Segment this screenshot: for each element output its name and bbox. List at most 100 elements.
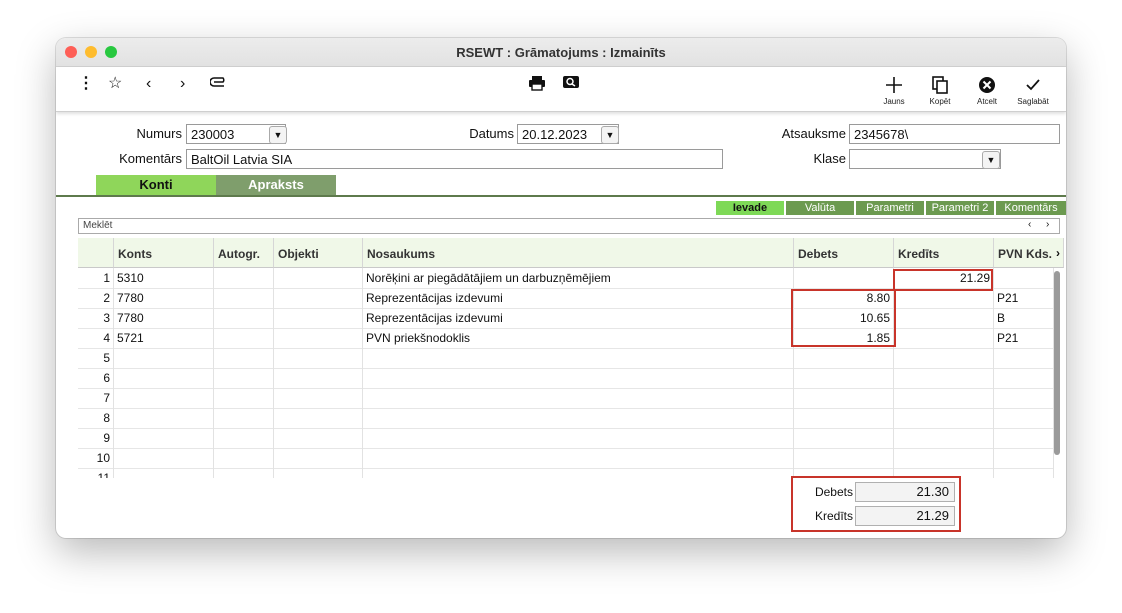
kredits-cell[interactable]	[894, 368, 994, 388]
tab-konti[interactable]: Konti	[96, 175, 216, 195]
debets-cell[interactable]	[794, 268, 894, 288]
nosaukums-cell[interactable]	[363, 408, 794, 428]
debets-cell[interactable]	[794, 428, 894, 448]
objekti-cell[interactable]	[274, 448, 363, 468]
konts-cell[interactable]: 7780	[114, 308, 214, 328]
subtab-komentars[interactable]: Komentārs	[996, 201, 1066, 215]
objekti-cell[interactable]	[274, 388, 363, 408]
konts-cell[interactable]: 5721	[114, 328, 214, 348]
table-header-objekti[interactable]: Objekti	[274, 238, 363, 268]
nosaukums-cell[interactable]	[363, 468, 794, 478]
kredits-cell[interactable]	[894, 408, 994, 428]
preview-search-icon[interactable]	[562, 75, 580, 94]
konts-cell[interactable]: 7780	[114, 288, 214, 308]
debets-cell[interactable]	[794, 368, 894, 388]
autogr-cell[interactable]	[214, 368, 274, 388]
table-row[interactable]: 8	[78, 408, 1054, 429]
klase-field[interactable]	[849, 149, 1001, 169]
pvn-cell[interactable]	[994, 348, 1054, 368]
konts-cell[interactable]	[114, 468, 214, 478]
favorite-star-icon[interactable]: ☆	[108, 75, 122, 93]
debets-cell[interactable]	[794, 408, 894, 428]
table-row[interactable]: 4 5721 PVN priekšnodoklis 1.85 P21	[78, 328, 1054, 349]
numurs-dropdown-chevron-icon[interactable]: ▼	[269, 126, 287, 144]
table-row[interactable]: 5	[78, 348, 1054, 369]
table-row[interactable]: 6	[78, 368, 1054, 389]
autogr-cell[interactable]	[214, 448, 274, 468]
subtab-parametri[interactable]: Parametri	[856, 201, 924, 215]
konts-cell[interactable]	[114, 388, 214, 408]
subtab-parametri-2[interactable]: Parametri 2	[926, 201, 994, 215]
kredits-cell[interactable]	[894, 348, 994, 368]
pvn-cell[interactable]: B	[994, 308, 1054, 328]
pvn-cell[interactable]: P21	[994, 328, 1054, 348]
table-header-kredits[interactable]: Kredīts	[894, 238, 994, 268]
more-menu-icon[interactable]: ⋮	[78, 75, 94, 93]
table-header-nosaukums[interactable]: Nosaukums	[363, 238, 794, 268]
search-input[interactable]: Meklēt	[78, 218, 1060, 234]
objekti-cell[interactable]	[274, 408, 363, 428]
debets-cell[interactable]	[794, 348, 894, 368]
objekti-cell[interactable]	[274, 428, 363, 448]
autogr-cell[interactable]	[214, 328, 274, 348]
table-header-autogr[interactable]: Autogr.	[214, 238, 274, 268]
search-next-chevron-icon[interactable]: ›	[1046, 219, 1049, 230]
pvn-cell[interactable]	[994, 448, 1054, 468]
autogr-cell[interactable]	[214, 308, 274, 328]
table-row[interactable]: 2 7780 Reprezentācijas izdevumi 8.80 P21	[78, 288, 1054, 309]
konts-cell[interactable]	[114, 448, 214, 468]
konts-cell[interactable]: 5310	[114, 268, 214, 288]
datums-dropdown-chevron-icon[interactable]: ▼	[601, 126, 619, 144]
objekti-cell[interactable]	[274, 268, 363, 288]
debets-cell[interactable]	[794, 448, 894, 468]
back-chevron-icon[interactable]: ‹	[146, 75, 151, 93]
objekti-cell[interactable]	[274, 288, 363, 308]
nosaukums-cell[interactable]	[363, 388, 794, 408]
konts-cell[interactable]	[114, 348, 214, 368]
autogr-cell[interactable]	[214, 388, 274, 408]
forward-chevron-icon[interactable]: ›	[180, 75, 185, 93]
objekti-cell[interactable]	[274, 348, 363, 368]
save-button[interactable]: Saglabāt	[1013, 75, 1053, 106]
columns-scroll-right-chevron-icon[interactable]: ›	[1056, 246, 1060, 260]
table-row[interactable]: 10	[78, 448, 1054, 469]
subtab-ievade[interactable]: Ievade	[716, 201, 784, 215]
pvn-cell[interactable]	[994, 368, 1054, 388]
kredits-cell[interactable]	[894, 328, 994, 348]
pvn-cell[interactable]	[994, 428, 1054, 448]
kredits-cell[interactable]	[894, 388, 994, 408]
objekti-cell[interactable]	[274, 468, 363, 478]
tab-apraksts[interactable]: Apraksts	[216, 175, 336, 195]
kredits-cell[interactable]	[894, 308, 994, 328]
print-icon[interactable]	[528, 75, 546, 96]
nosaukums-cell[interactable]: Reprezentācijas izdevumi	[363, 288, 794, 308]
table-row[interactable]: 3 7780 Reprezentācijas izdevumi 10.65 B	[78, 308, 1054, 329]
nosaukums-cell[interactable]: PVN priekšnodoklis	[363, 328, 794, 348]
kredits-cell[interactable]	[894, 288, 994, 308]
konts-cell[interactable]	[114, 428, 214, 448]
table-header-debets[interactable]: Debets	[794, 238, 894, 268]
pvn-cell[interactable]	[994, 468, 1054, 478]
kredits-cell[interactable]	[894, 428, 994, 448]
autogr-cell[interactable]	[214, 408, 274, 428]
copy-button[interactable]: Kopēt	[920, 75, 960, 106]
cancel-button[interactable]: Atcelt	[967, 75, 1007, 106]
autogr-cell[interactable]	[214, 268, 274, 288]
debets-cell[interactable]	[794, 388, 894, 408]
nosaukums-cell[interactable]	[363, 448, 794, 468]
nosaukums-cell[interactable]	[363, 428, 794, 448]
pvn-cell[interactable]	[994, 268, 1054, 288]
objekti-cell[interactable]	[274, 328, 363, 348]
nosaukums-cell[interactable]: Norēķini ar piegādātājiem un darbuzņēmēj…	[363, 268, 794, 288]
table-row[interactable]: 9	[78, 428, 1054, 449]
pvn-cell[interactable]	[994, 388, 1054, 408]
autogr-cell[interactable]	[214, 288, 274, 308]
atsauksme-field[interactable]: 2345678\	[849, 124, 1060, 144]
objekti-cell[interactable]	[274, 368, 363, 388]
komentars-field[interactable]: BaltOil Latvia SIA	[186, 149, 723, 169]
nosaukums-cell[interactable]	[363, 368, 794, 388]
autogr-cell[interactable]	[214, 468, 274, 478]
nosaukums-cell[interactable]: Reprezentācijas izdevumi	[363, 308, 794, 328]
pvn-cell[interactable]: P21	[994, 288, 1054, 308]
klase-dropdown-chevron-icon[interactable]: ▼	[982, 151, 1000, 169]
